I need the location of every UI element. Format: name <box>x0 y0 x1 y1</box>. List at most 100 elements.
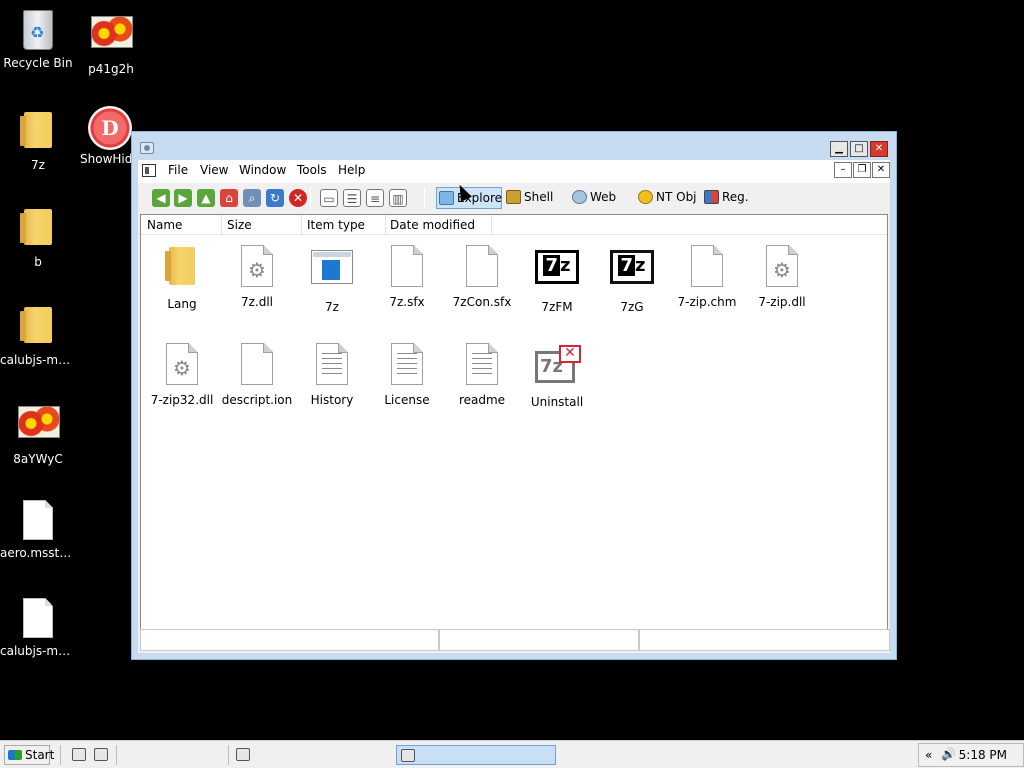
file-item-readme[interactable]: readme <box>444 343 520 407</box>
tab-label: NT Obj <box>656 190 697 204</box>
start-label: Start <box>25 748 55 762</box>
toolbar-separator <box>310 187 311 209</box>
explore-icon <box>439 191 454 205</box>
taskbar-button-explorer[interactable] <box>396 745 556 765</box>
tab-web[interactable]: Web <box>570 187 620 209</box>
tab-label: Reg. <box>722 190 749 204</box>
file-item-label: 7z.dll <box>240 295 274 309</box>
details-view-icon[interactable]: ▥ <box>389 189 407 207</box>
up-icon[interactable]: ▲ <box>197 189 215 207</box>
desktop-icon-aero-msstyles[interactable]: aero.msstyles <box>0 500 76 560</box>
menu-tools[interactable]: Tools <box>297 163 327 177</box>
chevron-left-icon[interactable]: « <box>925 748 932 762</box>
refresh-icon[interactable]: ↻ <box>266 189 284 207</box>
tab-registry[interactable]: Reg. <box>702 187 753 209</box>
file-icon <box>18 598 58 640</box>
menu-view[interactable]: View <box>200 163 228 177</box>
child-restore-button[interactable]: ❐ <box>853 162 871 178</box>
file-item-label: 7z.sfx <box>389 295 425 309</box>
file-item-7z[interactable]: 7z <box>294 245 370 314</box>
large-icons-view-icon[interactable]: ▭ <box>320 189 338 207</box>
file-item-descript-ion[interactable]: descript.ion <box>219 343 295 407</box>
close-button[interactable]: ✕ <box>870 141 888 157</box>
desktop-icon-7z[interactable]: 7z <box>0 108 76 172</box>
dll-file-icon <box>760 245 804 289</box>
file-item-7zcon-sfx[interactable]: 7zCon.sfx <box>444 245 520 309</box>
file-item-label: 7zG <box>620 300 644 314</box>
status-cell-3 <box>639 629 890 651</box>
back-icon[interactable]: ◀ <box>152 189 170 207</box>
desktop-icon-p41g2h[interactable]: p41g2h <box>73 10 149 76</box>
forward-icon[interactable]: ▶ <box>174 189 192 207</box>
window-client: File View Window Tools Help – ❐ ✕ ◀ ▶ ▲ … <box>138 160 890 653</box>
maximize-button[interactable]: □ <box>850 141 868 157</box>
dll-file-icon <box>160 343 204 387</box>
quick-launch-explorer-icon[interactable] <box>94 748 108 761</box>
desktop-icon-label: 7z <box>31 158 45 172</box>
home-icon[interactable]: ⌂ <box>220 189 238 207</box>
folder-icon <box>160 247 204 291</box>
taskbar-window-icon[interactable] <box>236 748 250 761</box>
column-header-item-type[interactable]: Item type <box>307 218 365 232</box>
file-item-label: 7zCon.sfx <box>452 295 512 309</box>
file-list[interactable]: Name Size Item type Date modified Lang 7… <box>140 214 888 631</box>
desktop-icon-calubjs-main[interactable]: calubjs-main <box>0 303 76 367</box>
title-bar[interactable]: ▁ □ ✕ <box>132 132 896 160</box>
list-view-icon[interactable]: ≡ <box>366 189 384 207</box>
column-header-name[interactable]: Name <box>147 218 182 232</box>
file-item-label: Lang <box>167 297 197 311</box>
desktop-icon-recycle-bin[interactable]: Recycle Bin <box>0 10 76 70</box>
quick-launch-desktop-icon[interactable] <box>72 748 86 761</box>
minimize-button[interactable]: ▁ <box>830 141 848 157</box>
small-icons-view-icon[interactable]: ☰ <box>343 189 361 207</box>
folder-icon <box>18 307 58 349</box>
file-item-7z-sfx[interactable]: 7z.sfx <box>369 245 445 309</box>
dll-file-icon <box>235 245 279 289</box>
column-header-size[interactable]: Size <box>227 218 252 232</box>
system-menu-icon[interactable] <box>142 164 156 177</box>
file-item-7-zip-dll[interactable]: 7-zip.dll <box>744 245 820 309</box>
uninstall-icon: 7z ✕ <box>535 345 581 389</box>
desktop-icon-b[interactable]: b <box>0 205 76 269</box>
menu-bar: File View Window Tools Help – ❐ ✕ <box>138 160 890 182</box>
file-item-7zg[interactable]: 7z 7zG <box>594 245 670 314</box>
desktop-icon-label: 8aYWyC <box>13 452 63 466</box>
child-minimize-button[interactable]: – <box>834 162 852 178</box>
file-item-7-zip-chm[interactable]: 7-zip.chm <box>669 245 745 309</box>
image-file-icon <box>18 406 60 448</box>
search-icon[interactable]: ⌕ <box>243 189 261 207</box>
desktop-icon-label: Recycle Bin <box>3 56 73 70</box>
shell-icon <box>506 190 521 204</box>
file-item-uninstall[interactable]: 7z ✕ Uninstall <box>519 343 595 409</box>
text-file-icon <box>310 343 354 387</box>
menu-help[interactable]: Help <box>338 163 365 177</box>
file-item-lang[interactable]: Lang <box>144 245 220 311</box>
start-icon <box>8 750 22 760</box>
file-item-7-zip32-dll[interactable]: 7-zip32.dll <box>144 343 220 407</box>
file-item-7zfm[interactable]: 7z 7zFM <box>519 245 595 314</box>
desktop-icon-calubjs-ma[interactable]: calubjs-ma... <box>0 598 76 658</box>
app-icon[interactable] <box>140 142 154 154</box>
tab-label: Shell <box>524 190 554 204</box>
globe-icon <box>572 190 587 204</box>
volume-icon[interactable]: 🔊 <box>941 747 956 761</box>
menu-file[interactable]: File <box>168 163 188 177</box>
tab-nt-obj[interactable]: NT Obj <box>636 187 701 209</box>
desktop-icon-8aywyc[interactable]: 8aYWyC <box>0 400 76 466</box>
tab-shell[interactable]: Shell <box>504 187 557 209</box>
file-icon <box>460 245 504 289</box>
registry-icon <box>704 190 719 204</box>
menu-window[interactable]: Window <box>239 163 286 177</box>
nt-object-icon <box>638 190 653 204</box>
7zip-app-icon: 7z <box>610 250 654 294</box>
stop-icon[interactable]: ✕ <box>289 189 307 207</box>
file-item-license[interactable]: License <box>369 343 445 407</box>
column-header-date-modified[interactable]: Date modified <box>390 218 475 232</box>
desktop-icon-label: calubjs-ma... <box>0 644 76 658</box>
file-item-7z-dll[interactable]: 7z.dll <box>219 245 295 309</box>
file-item-history[interactable]: History <box>294 343 370 407</box>
clock[interactable]: 5:18 PM <box>959 748 1007 762</box>
child-close-button[interactable]: ✕ <box>872 162 890 178</box>
start-button[interactable]: Start <box>4 745 54 765</box>
recycle-bin-icon <box>18 10 58 52</box>
